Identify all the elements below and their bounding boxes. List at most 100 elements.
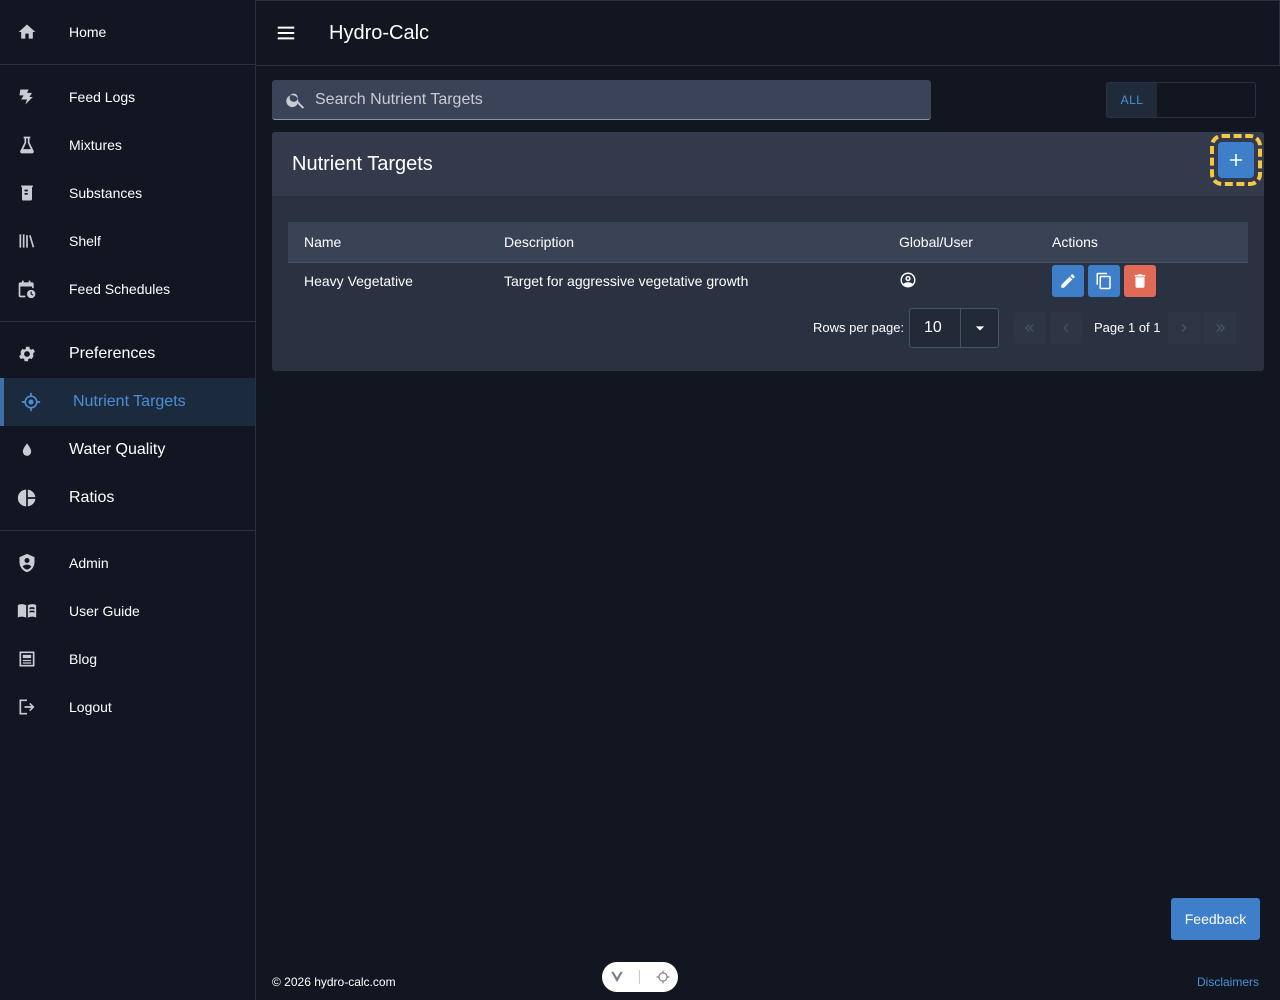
- sidebar-item-label: Shelf: [69, 233, 101, 249]
- sidebar-item-feed-logs[interactable]: Feed Logs: [0, 73, 255, 121]
- pagination: Rows per page: 10 Page 1 of 1: [272, 308, 1264, 348]
- sidebar-item-label: Admin: [69, 555, 109, 571]
- chevron-left-icon: [1063, 324, 1069, 332]
- sidebar-group-data: Feed Logs Mixtures Substances Shelf Feed…: [0, 65, 255, 322]
- vue-logo-icon: [610, 971, 623, 983]
- sidebar-item-home[interactable]: Home: [0, 8, 255, 56]
- app-header: Hydro-Calc: [256, 0, 1280, 66]
- sidebar-item-user-guide[interactable]: User Guide: [0, 587, 255, 635]
- toggle-all-option[interactable]: ALL: [1107, 83, 1157, 117]
- copyright-text: © 2026 hydro-calc.com: [272, 975, 396, 989]
- sidebar-item-label: Water Quality: [69, 441, 166, 458]
- card-header: Nutrient Targets: [272, 132, 1264, 196]
- delete-button[interactable]: [1124, 265, 1156, 297]
- feedback-button[interactable]: Feedback: [1171, 898, 1260, 940]
- sidebar-group-account: Admin User Guide Blog Logout: [0, 531, 255, 731]
- chevron-right-icon: [1181, 324, 1187, 332]
- sidebar-item-blog[interactable]: Blog: [0, 635, 255, 683]
- sidebar-item-label: Mixtures: [69, 137, 122, 153]
- previous-page-button[interactable]: [1050, 312, 1082, 344]
- water-drop-icon: [16, 439, 38, 461]
- trash-icon: [1134, 274, 1146, 288]
- sidebar-item-mixtures[interactable]: Mixtures: [0, 121, 255, 169]
- sidebar-item-feed-schedules[interactable]: Feed Schedules: [0, 265, 255, 313]
- sidebar-item-preferences[interactable]: Preferences: [0, 330, 255, 378]
- sidebar-item-label: Blog: [69, 651, 98, 667]
- sidebar-item-shelf[interactable]: Shelf: [0, 217, 255, 265]
- pie-chart-icon: [16, 487, 38, 509]
- article-icon: [16, 648, 38, 670]
- app-title: Hydro-Calc: [329, 21, 430, 44]
- search-input[interactable]: [315, 90, 895, 109]
- cell-scope: [883, 271, 1036, 292]
- sidebar-item-water-quality[interactable]: Water Quality: [0, 426, 255, 474]
- rows-per-page-select[interactable]: 10: [909, 308, 999, 348]
- cell-description: Target for aggressive vegetative growth: [504, 273, 749, 289]
- first-page-button[interactable]: [1014, 312, 1046, 344]
- column-header-scope[interactable]: Global/User: [883, 234, 1036, 250]
- sidebar: Home Feed Logs Mixtures Substances Shelf…: [0, 0, 256, 1000]
- feed-logs-icon: [16, 86, 38, 108]
- double-chevron-right-icon: [1216, 324, 1226, 332]
- chevron-down-icon: [961, 318, 998, 338]
- page-indicator: Page 1 of 1: [1094, 320, 1161, 335]
- sidebar-item-admin[interactable]: Admin: [0, 539, 255, 587]
- plus-icon: [1230, 154, 1242, 166]
- book-icon: [16, 600, 38, 622]
- rows-per-page-value: 10: [924, 319, 942, 336]
- table-row: Heavy Vegetative Target for aggressive v…: [288, 263, 1248, 299]
- sidebar-item-substances[interactable]: Substances: [0, 169, 255, 217]
- search-icon: [286, 93, 305, 109]
- devtools-toolbar[interactable]: [602, 962, 678, 992]
- sidebar-item-label: Ratios: [69, 489, 115, 506]
- crosshair-icon: [20, 391, 42, 413]
- sidebar-group-main: Home: [0, 0, 255, 65]
- card-title: Nutrient Targets: [292, 152, 433, 175]
- nutrient-targets-card: Nutrient Targets Name Description Global…: [272, 132, 1264, 371]
- copy-icon: [1096, 272, 1111, 290]
- sidebar-item-logout[interactable]: Logout: [0, 683, 255, 731]
- shield-icon: [16, 552, 38, 574]
- targets-table: Name Description Global/User Actions Hea…: [288, 222, 1248, 299]
- duplicate-button[interactable]: [1088, 265, 1120, 297]
- toolbar-divider: [639, 970, 641, 984]
- edit-button[interactable]: [1052, 265, 1084, 297]
- pencil-icon: [1061, 274, 1075, 288]
- sidebar-item-label: User Guide: [69, 603, 140, 619]
- sidebar-item-nutrient-targets[interactable]: Nutrient Targets: [0, 378, 255, 426]
- menu-button[interactable]: [274, 21, 298, 45]
- sidebar-group-settings: Preferences Nutrient Targets Water Quali…: [0, 322, 255, 531]
- sidebar-item-label: Logout: [69, 699, 112, 715]
- sidebar-item-ratios[interactable]: Ratios: [0, 474, 255, 522]
- sidebar-item-label: Home: [69, 24, 107, 40]
- logout-icon: [16, 696, 38, 718]
- sidebar-item-label: Feed Logs: [69, 89, 136, 105]
- user-circle-icon: [900, 272, 916, 287]
- table-header: Name Description Global/User Actions: [288, 222, 1248, 263]
- cell-name: Heavy Vegetative: [304, 273, 413, 289]
- cell-actions: [1036, 265, 1248, 297]
- sidebar-item-label: Feed Schedules: [69, 281, 171, 297]
- home-icon: [16, 21, 38, 43]
- column-header-description[interactable]: Description: [488, 234, 883, 250]
- column-header-name[interactable]: Name: [288, 234, 488, 250]
- column-header-actions: Actions: [1052, 234, 1098, 250]
- books-icon: [16, 230, 38, 252]
- scope-toggle: ALL: [1106, 82, 1256, 118]
- add-button[interactable]: [1210, 134, 1262, 186]
- next-page-button[interactable]: [1168, 312, 1200, 344]
- sidebar-item-label: Preferences: [69, 345, 156, 362]
- container-icon: [16, 182, 38, 204]
- rows-per-page-label: Rows per page:: [813, 320, 905, 335]
- hamburger-icon: [277, 26, 295, 40]
- sidebar-item-label: Substances: [69, 185, 143, 201]
- sidebar-item-label: Nutrient Targets: [73, 393, 186, 410]
- search-bar[interactable]: [272, 80, 931, 120]
- gear-icon: [16, 343, 38, 365]
- inspect-crosshair-icon: [656, 970, 670, 984]
- disclaimers-link[interactable]: Disclaimers: [1197, 975, 1259, 989]
- calendar-clock-icon: [16, 278, 38, 300]
- double-chevron-left-icon: [1024, 324, 1034, 332]
- last-page-button[interactable]: [1204, 312, 1236, 344]
- flask-icon: [16, 134, 38, 156]
